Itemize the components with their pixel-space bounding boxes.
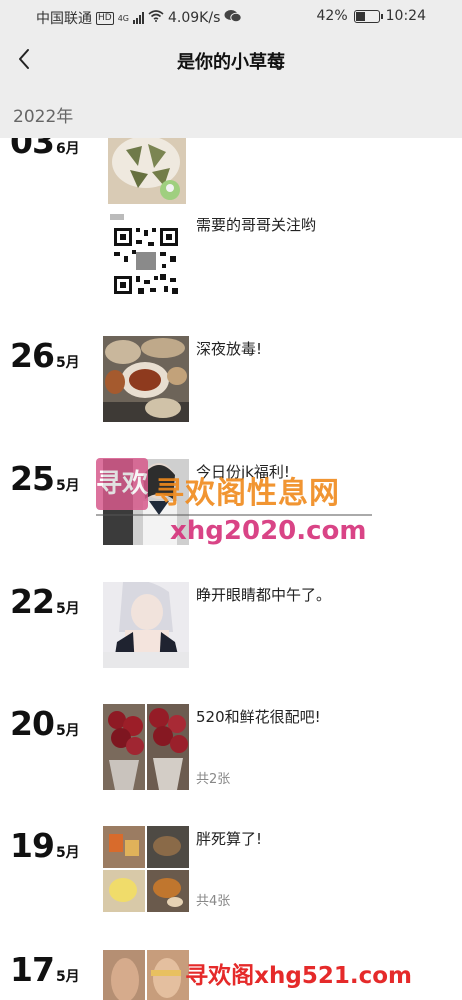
post-month: 5月	[55, 969, 80, 985]
post-month: 5月	[55, 845, 80, 861]
post-photo-grid[interactable]	[103, 826, 189, 912]
post-month: 5月	[55, 478, 80, 494]
hd-badge: HD	[96, 11, 114, 25]
post-day: 22	[10, 582, 55, 621]
post-caption: 深夜放毒!	[196, 340, 263, 358]
moments-feed[interactable]: 03 6月 需要的哥哥关注哟 26 5月 深夜放毒! 25 5月 今日份jk福利…	[0, 138, 462, 1000]
post-month: 5月	[55, 723, 80, 739]
clock: 10:24	[385, 8, 426, 24]
post-day: 03	[10, 138, 55, 161]
post-photo[interactable]	[103, 336, 189, 422]
battery-icon	[353, 9, 383, 23]
watermark-site-name: 寻欢阁性息网	[154, 476, 340, 511]
post-photo-grid[interactable]	[103, 704, 189, 790]
post-date: 17 5月	[10, 950, 80, 989]
status-bar: 中国联通 HD 4G 4.09K/s 42% 10:24	[0, 0, 462, 34]
photo-count: 共2张	[196, 772, 231, 787]
post-month: 5月	[55, 601, 80, 617]
page-title: 是你的小草莓	[177, 52, 285, 73]
post-photo-grid[interactable]	[103, 950, 189, 1000]
watermark-site-url: xhg2020.com	[170, 516, 367, 546]
post-photo[interactable]	[103, 582, 189, 668]
post-month: 6月	[55, 141, 80, 157]
post-caption: 睁开眼睛都中午了。	[196, 586, 332, 604]
year-label: 2022年	[13, 107, 74, 127]
post-day: 19	[10, 826, 55, 865]
post-photo[interactable]	[108, 138, 186, 204]
qr-code-image[interactable]	[108, 212, 186, 298]
post-day: 25	[10, 459, 55, 498]
post-date: 25 5月	[10, 459, 80, 498]
post-month: 5月	[55, 355, 80, 371]
post-caption: 需要的哥哥关注哟	[196, 216, 317, 234]
post-date: 19 5月	[10, 826, 80, 865]
network-type: 4G	[117, 13, 129, 23]
post-date: 03 6月	[10, 138, 80, 161]
post-caption: 520和鲜花很配吧!	[196, 708, 321, 726]
post-date: 22 5月	[10, 582, 80, 621]
battery-percent: 42%	[316, 8, 348, 24]
signal-icon	[133, 12, 144, 24]
wechat-icon	[224, 9, 243, 27]
post-caption: 胖死算了!	[196, 830, 263, 848]
nav-bar: 是你的小草莓	[0, 34, 462, 86]
watermark-logo: 寻欢	[96, 458, 148, 510]
year-header: 2022年	[0, 86, 462, 138]
post-day: 20	[10, 704, 55, 743]
net-speed: 4.09K/s	[168, 10, 221, 26]
post-day: 26	[10, 336, 55, 375]
watermark-overlay: 寻欢 寻欢阁性息网 xhg2020.com	[96, 456, 376, 546]
carrier-name: 中国联通	[36, 11, 92, 27]
post-date: 20 5月	[10, 704, 80, 743]
post-date: 26 5月	[10, 336, 80, 375]
photo-count: 共4张	[196, 894, 231, 909]
watermark-bottom: 寻欢阁xhg521.com	[185, 963, 412, 989]
wifi-icon	[148, 10, 164, 26]
post-day: 17	[10, 950, 55, 989]
